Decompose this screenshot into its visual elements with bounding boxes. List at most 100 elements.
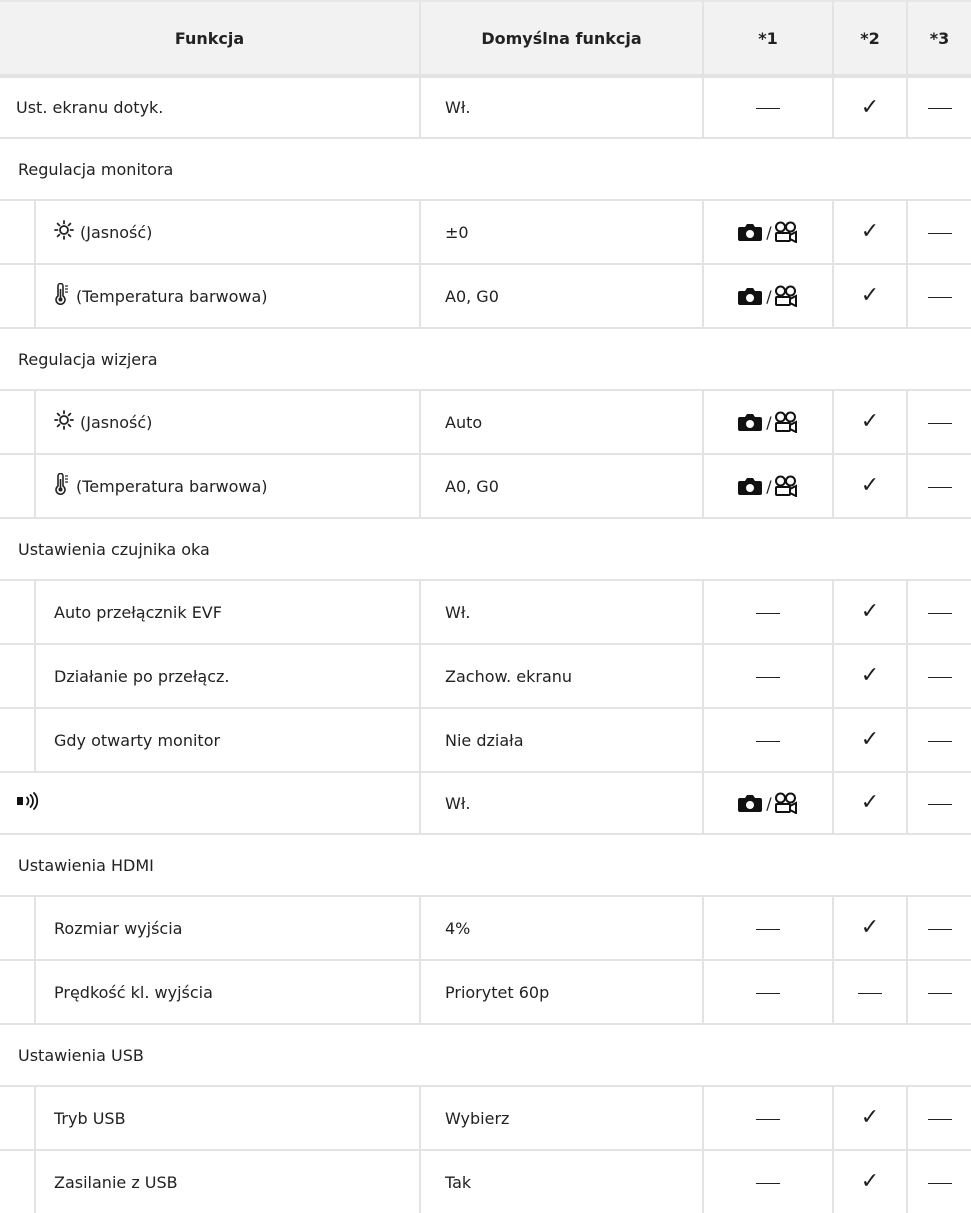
note-3-cell	[906, 264, 971, 329]
check-icon: ✓	[860, 727, 880, 752]
check-icon: ✓	[860, 790, 880, 815]
note-1-cell	[702, 76, 833, 139]
note-3-cell	[906, 390, 971, 455]
note-2-cell: ✓	[832, 390, 907, 455]
dash-mark	[927, 740, 952, 742]
note-2-cell	[832, 960, 907, 1025]
note-2-cell: ✓	[832, 580, 907, 645]
dash-mark	[927, 992, 952, 994]
header-default: Domyślna funkcja	[419, 0, 703, 78]
section-row: Regulacja monitora	[0, 138, 971, 201]
row-label: Auto przełącznik EVF	[54, 602, 222, 622]
dash-mark	[756, 928, 780, 930]
thermometer-icon	[54, 472, 70, 499]
dash-mark	[756, 612, 780, 614]
note-2-cell: ✓	[832, 896, 907, 961]
row-label: Ust. ekranu dotyk.	[0, 76, 420, 139]
row-label: Tryb USB	[54, 1108, 126, 1128]
section-title: Ustawienia HDMI	[0, 834, 971, 897]
note-3-cell	[906, 454, 971, 519]
row-label: (Temperatura barwowa)	[76, 476, 268, 496]
row-default: A0, G0	[419, 264, 703, 329]
note-1-cell	[702, 1086, 833, 1151]
row-label-cell: Gdy otwarty monitor	[0, 708, 420, 773]
section-row: Ustawienia USB	[0, 1024, 971, 1087]
dash-mark	[927, 928, 952, 930]
note-2-cell: ✓	[832, 454, 907, 519]
dash-mark	[927, 676, 952, 678]
row-label: (Temperatura barwowa)	[76, 286, 268, 306]
row-label-cell: Działanie po przełącz.	[0, 644, 420, 709]
note-2-cell: ✓	[832, 708, 907, 773]
row-label-cell: Zasilanie z USB	[0, 1150, 420, 1213]
row-label: Działanie po przełącz.	[54, 666, 230, 686]
dash-mark	[927, 108, 952, 109]
check-icon: ✓	[860, 915, 880, 940]
row-label-cell	[0, 772, 420, 835]
note-2-cell: ✓	[832, 1150, 907, 1213]
note-1-cell	[702, 960, 833, 1025]
header-function: Funkcja	[0, 0, 420, 78]
section-row: Ustawienia HDMI	[0, 834, 971, 897]
note-1-cell	[702, 644, 833, 709]
row-default: 4%	[419, 896, 703, 961]
note-1-cell: /	[702, 772, 833, 835]
dash-mark	[756, 992, 780, 994]
row-label-cell: (Jasność)	[0, 200, 420, 265]
dash-mark	[756, 676, 780, 678]
note-3-cell	[906, 1150, 971, 1213]
note-3-cell	[906, 960, 971, 1025]
note-1-cell	[702, 1150, 833, 1213]
note-1-cell: /	[702, 390, 833, 455]
note-2-cell: ✓	[832, 772, 907, 835]
row-default: ±0	[419, 200, 703, 265]
row-label-cell: (Temperatura barwowa)	[0, 264, 420, 329]
check-icon: ✓	[860, 219, 880, 244]
table-row: Rozmiar wyjścia 4% ✓	[0, 896, 971, 961]
dash-mark	[927, 232, 952, 234]
dash-mark	[756, 108, 780, 109]
table-row: Gdy otwarty monitor Nie działa ✓	[0, 708, 971, 773]
header-note-3: *3	[906, 0, 971, 78]
photo-video-icon: /	[738, 221, 797, 243]
check-icon: ✓	[860, 283, 880, 308]
table-row: Działanie po przełącz. Zachow. ekranu ✓	[0, 644, 971, 709]
dash-mark	[927, 422, 952, 424]
table-row: Tryb USB Wybierz ✓	[0, 1086, 971, 1151]
note-2-cell: ✓	[832, 200, 907, 265]
row-default: Zachow. ekranu	[419, 644, 703, 709]
row-label: Gdy otwarty monitor	[54, 730, 221, 750]
row-label-cell: (Jasność)	[0, 390, 420, 455]
beep-speaker-icon	[16, 792, 42, 814]
section-row: Regulacja wizjera	[0, 328, 971, 391]
check-icon: ✓	[860, 1169, 880, 1194]
row-label-cell: Rozmiar wyjścia	[0, 896, 420, 961]
row-label: Zasilanie z USB	[54, 1172, 178, 1192]
table-row: Zasilanie z USB Tak ✓	[0, 1150, 971, 1213]
row-default: Nie działa	[419, 708, 703, 773]
note-1-cell	[702, 708, 833, 773]
note-1-cell: /	[702, 454, 833, 519]
note-3-cell	[906, 644, 971, 709]
row-default: Priorytet 60p	[419, 960, 703, 1025]
note-1-cell: /	[702, 264, 833, 329]
note-2-cell: ✓	[832, 264, 907, 329]
row-default: Auto	[419, 390, 703, 455]
thermometer-icon	[54, 282, 70, 309]
section-title: Ustawienia czujnika oka	[0, 518, 971, 581]
row-label: (Jasność)	[80, 412, 153, 432]
note-1-cell: /	[702, 200, 833, 265]
note-3-cell	[906, 772, 971, 835]
section-title: Regulacja monitora	[0, 138, 971, 201]
dash-mark	[927, 803, 952, 805]
note-3-cell	[906, 708, 971, 773]
check-icon: ✓	[860, 94, 880, 120]
section-title: Ustawienia USB	[0, 1024, 971, 1087]
table-row: (Temperatura barwowa) A0, G0 / ✓	[0, 454, 971, 519]
sun-icon	[54, 410, 74, 434]
dash-mark	[927, 612, 952, 614]
note-2-cell: ✓	[832, 76, 907, 139]
table-row: (Temperatura barwowa) A0, G0 / ✓	[0, 264, 971, 329]
check-icon: ✓	[860, 663, 880, 688]
row-label-cell: (Temperatura barwowa)	[0, 454, 420, 519]
